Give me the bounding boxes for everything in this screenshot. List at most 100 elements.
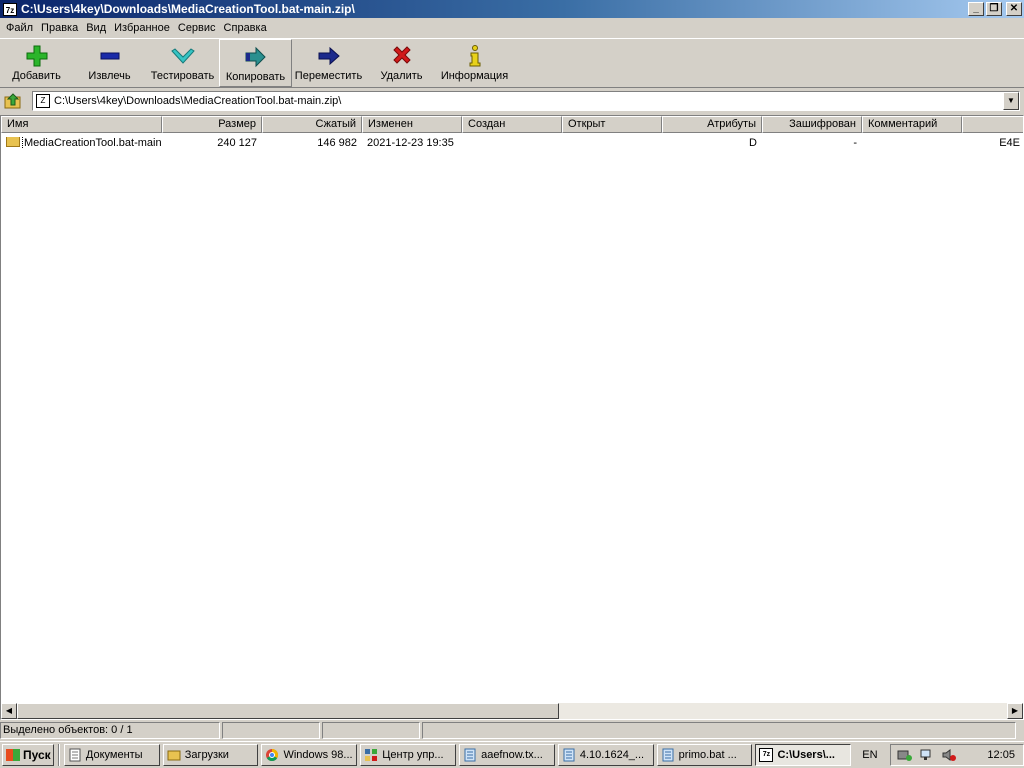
toolbar: Добавить Извлечь Тестировать Копировать … — [0, 38, 1024, 88]
volume-muted-icon[interactable] — [941, 748, 957, 762]
column-size[interactable]: Размер — [162, 116, 262, 133]
copy-label: Копировать — [225, 71, 286, 83]
file-list[interactable]: Имя Размер Сжатый Изменен Создан Открыт … — [0, 115, 1024, 720]
copy-button[interactable]: Копировать — [219, 39, 292, 87]
up-folder-button[interactable] — [2, 91, 24, 111]
status-panel-4 — [422, 722, 1016, 739]
cell-attributes: D — [749, 136, 757, 149]
delete-x-icon — [390, 44, 414, 68]
minus-icon — [98, 44, 122, 68]
network-icon[interactable] — [919, 748, 935, 762]
info-label: Информация — [440, 70, 509, 82]
language-indicator[interactable]: EN — [862, 749, 886, 761]
column-overflow — [962, 116, 1023, 133]
status-panel-3 — [322, 722, 420, 739]
app-7zip-icon: 7z — [759, 748, 774, 762]
move-arrow-icon — [317, 44, 341, 68]
notepad-icon — [464, 748, 476, 762]
menu-edit[interactable]: Правка — [37, 22, 82, 34]
app-7zip-icon[interactable]: 7z — [3, 2, 17, 16]
task-label: Документы — [85, 749, 143, 761]
info-button[interactable]: Информация — [438, 39, 511, 87]
start-button[interactable]: Пуск — [2, 744, 54, 766]
task-notepad-1[interactable]: aaefnow.tx... — [459, 744, 555, 766]
menu-help[interactable]: Справка — [220, 22, 271, 34]
folder-icon — [6, 136, 20, 148]
task-label: Загрузки — [184, 749, 229, 761]
menu-tools[interactable]: Сервис — [174, 22, 220, 34]
system-tray: 12:05 — [890, 744, 1024, 766]
add-label: Добавить — [12, 70, 61, 82]
address-field[interactable]: Z C:\Users\4key\Downloads\MediaCreationT… — [32, 91, 1020, 111]
column-accessed[interactable]: Открыт — [562, 116, 662, 133]
cell-encrypted: - — [853, 136, 857, 149]
task-control-center[interactable]: Центр упр... — [360, 744, 457, 766]
minimize-button[interactable]: _ — [968, 2, 984, 16]
horizontal-scrollbar[interactable]: ◀ ▶ — [1, 703, 1023, 719]
cell-packed: 146 982 — [317, 136, 357, 149]
address-dropdown-button[interactable]: ▼ — [1003, 92, 1019, 110]
chrome-icon — [266, 749, 279, 762]
add-button[interactable]: Добавить — [0, 39, 73, 87]
move-label: Переместить — [294, 70, 363, 82]
task-notepad-2[interactable]: 4.10.1624_... — [557, 744, 654, 766]
taskbar-separator — [57, 744, 60, 766]
test-label: Тестировать — [150, 70, 215, 82]
task-label: 4.10.1624_... — [579, 749, 645, 761]
status-bar: Выделено объектов: 0 / 1 — [0, 722, 1024, 740]
task-7zip[interactable]: 7z C:\Users\... — [755, 744, 852, 766]
move-button[interactable]: Переместить — [292, 39, 365, 87]
task-documents[interactable]: Документы — [63, 744, 160, 766]
address-bar: Z C:\Users\4key\Downloads\MediaCreationT… — [0, 90, 1024, 112]
cell-name: MediaCreationTool.bat-main — [1, 136, 162, 149]
task-label: aaefnow.tx... — [481, 749, 543, 761]
restore-button[interactable]: ❐ — [986, 2, 1002, 16]
menu-view[interactable]: Вид — [82, 22, 110, 34]
status-panel-2 — [222, 722, 320, 739]
copy-arrow-icon — [244, 45, 268, 69]
scroll-thumb[interactable] — [17, 703, 559, 719]
close-button[interactable]: ✕ — [1006, 2, 1022, 16]
notepad-icon — [662, 748, 674, 762]
scroll-track[interactable] — [17, 703, 1007, 719]
menu-favorites[interactable]: Избранное — [110, 22, 174, 34]
start-label: Пуск — [23, 748, 51, 762]
notepad-icon — [563, 748, 575, 762]
extract-label: Извлечь — [88, 70, 131, 82]
cell-size: 240 127 — [217, 136, 257, 149]
folder-icon — [167, 750, 181, 761]
column-encrypted[interactable]: Зашифрован — [762, 116, 862, 133]
task-browser[interactable]: Windows 98... — [261, 744, 358, 766]
info-icon — [463, 44, 487, 68]
extract-button[interactable]: Извлечь — [73, 39, 146, 87]
folder-up-icon — [4, 93, 21, 109]
plus-icon — [25, 44, 49, 68]
title-bar[interactable]: 7z C:\Users\4key\Downloads\MediaCreation… — [0, 0, 1024, 18]
table-row[interactable]: MediaCreationTool.bat-main 240 127 146 9… — [1, 134, 1023, 151]
column-attributes[interactable]: Атрибуты — [662, 116, 762, 133]
archive-icon: Z — [36, 94, 50, 108]
delete-label: Удалить — [380, 70, 423, 82]
check-icon — [170, 44, 195, 68]
column-modified[interactable]: Изменен — [362, 116, 462, 133]
test-button[interactable]: Тестировать — [146, 39, 219, 87]
task-notepad-3[interactable]: primo.bat ... — [656, 744, 753, 766]
task-downloads[interactable]: Загрузки — [162, 744, 259, 766]
delete-button[interactable]: Удалить — [365, 39, 438, 87]
menu-bar: Файл Правка Вид Избранное Сервис Справка — [0, 18, 1024, 37]
column-packed[interactable]: Сжатый — [262, 116, 362, 133]
item-name[interactable]: MediaCreationTool.bat-main — [22, 136, 162, 149]
column-comment[interactable]: Комментарий — [862, 116, 962, 133]
windows-flag-icon — [6, 749, 20, 761]
cell-modified: 2021-12-23 19:35 — [367, 136, 454, 149]
column-name[interactable]: Имя — [1, 116, 162, 133]
cell-overflow: E4E — [999, 136, 1020, 149]
column-created[interactable]: Создан — [462, 116, 562, 133]
scroll-right-button[interactable]: ▶ — [1007, 703, 1023, 719]
address-path: C:\Users\4key\Downloads\MediaCreationToo… — [54, 95, 342, 107]
status-selected: Выделено объектов: 0 / 1 — [0, 722, 220, 739]
usb-safe-remove-icon[interactable] — [897, 748, 913, 762]
clock[interactable]: 12:05 — [987, 749, 1015, 761]
menu-file[interactable]: Файл — [2, 22, 37, 34]
scroll-left-button[interactable]: ◀ — [1, 703, 17, 719]
